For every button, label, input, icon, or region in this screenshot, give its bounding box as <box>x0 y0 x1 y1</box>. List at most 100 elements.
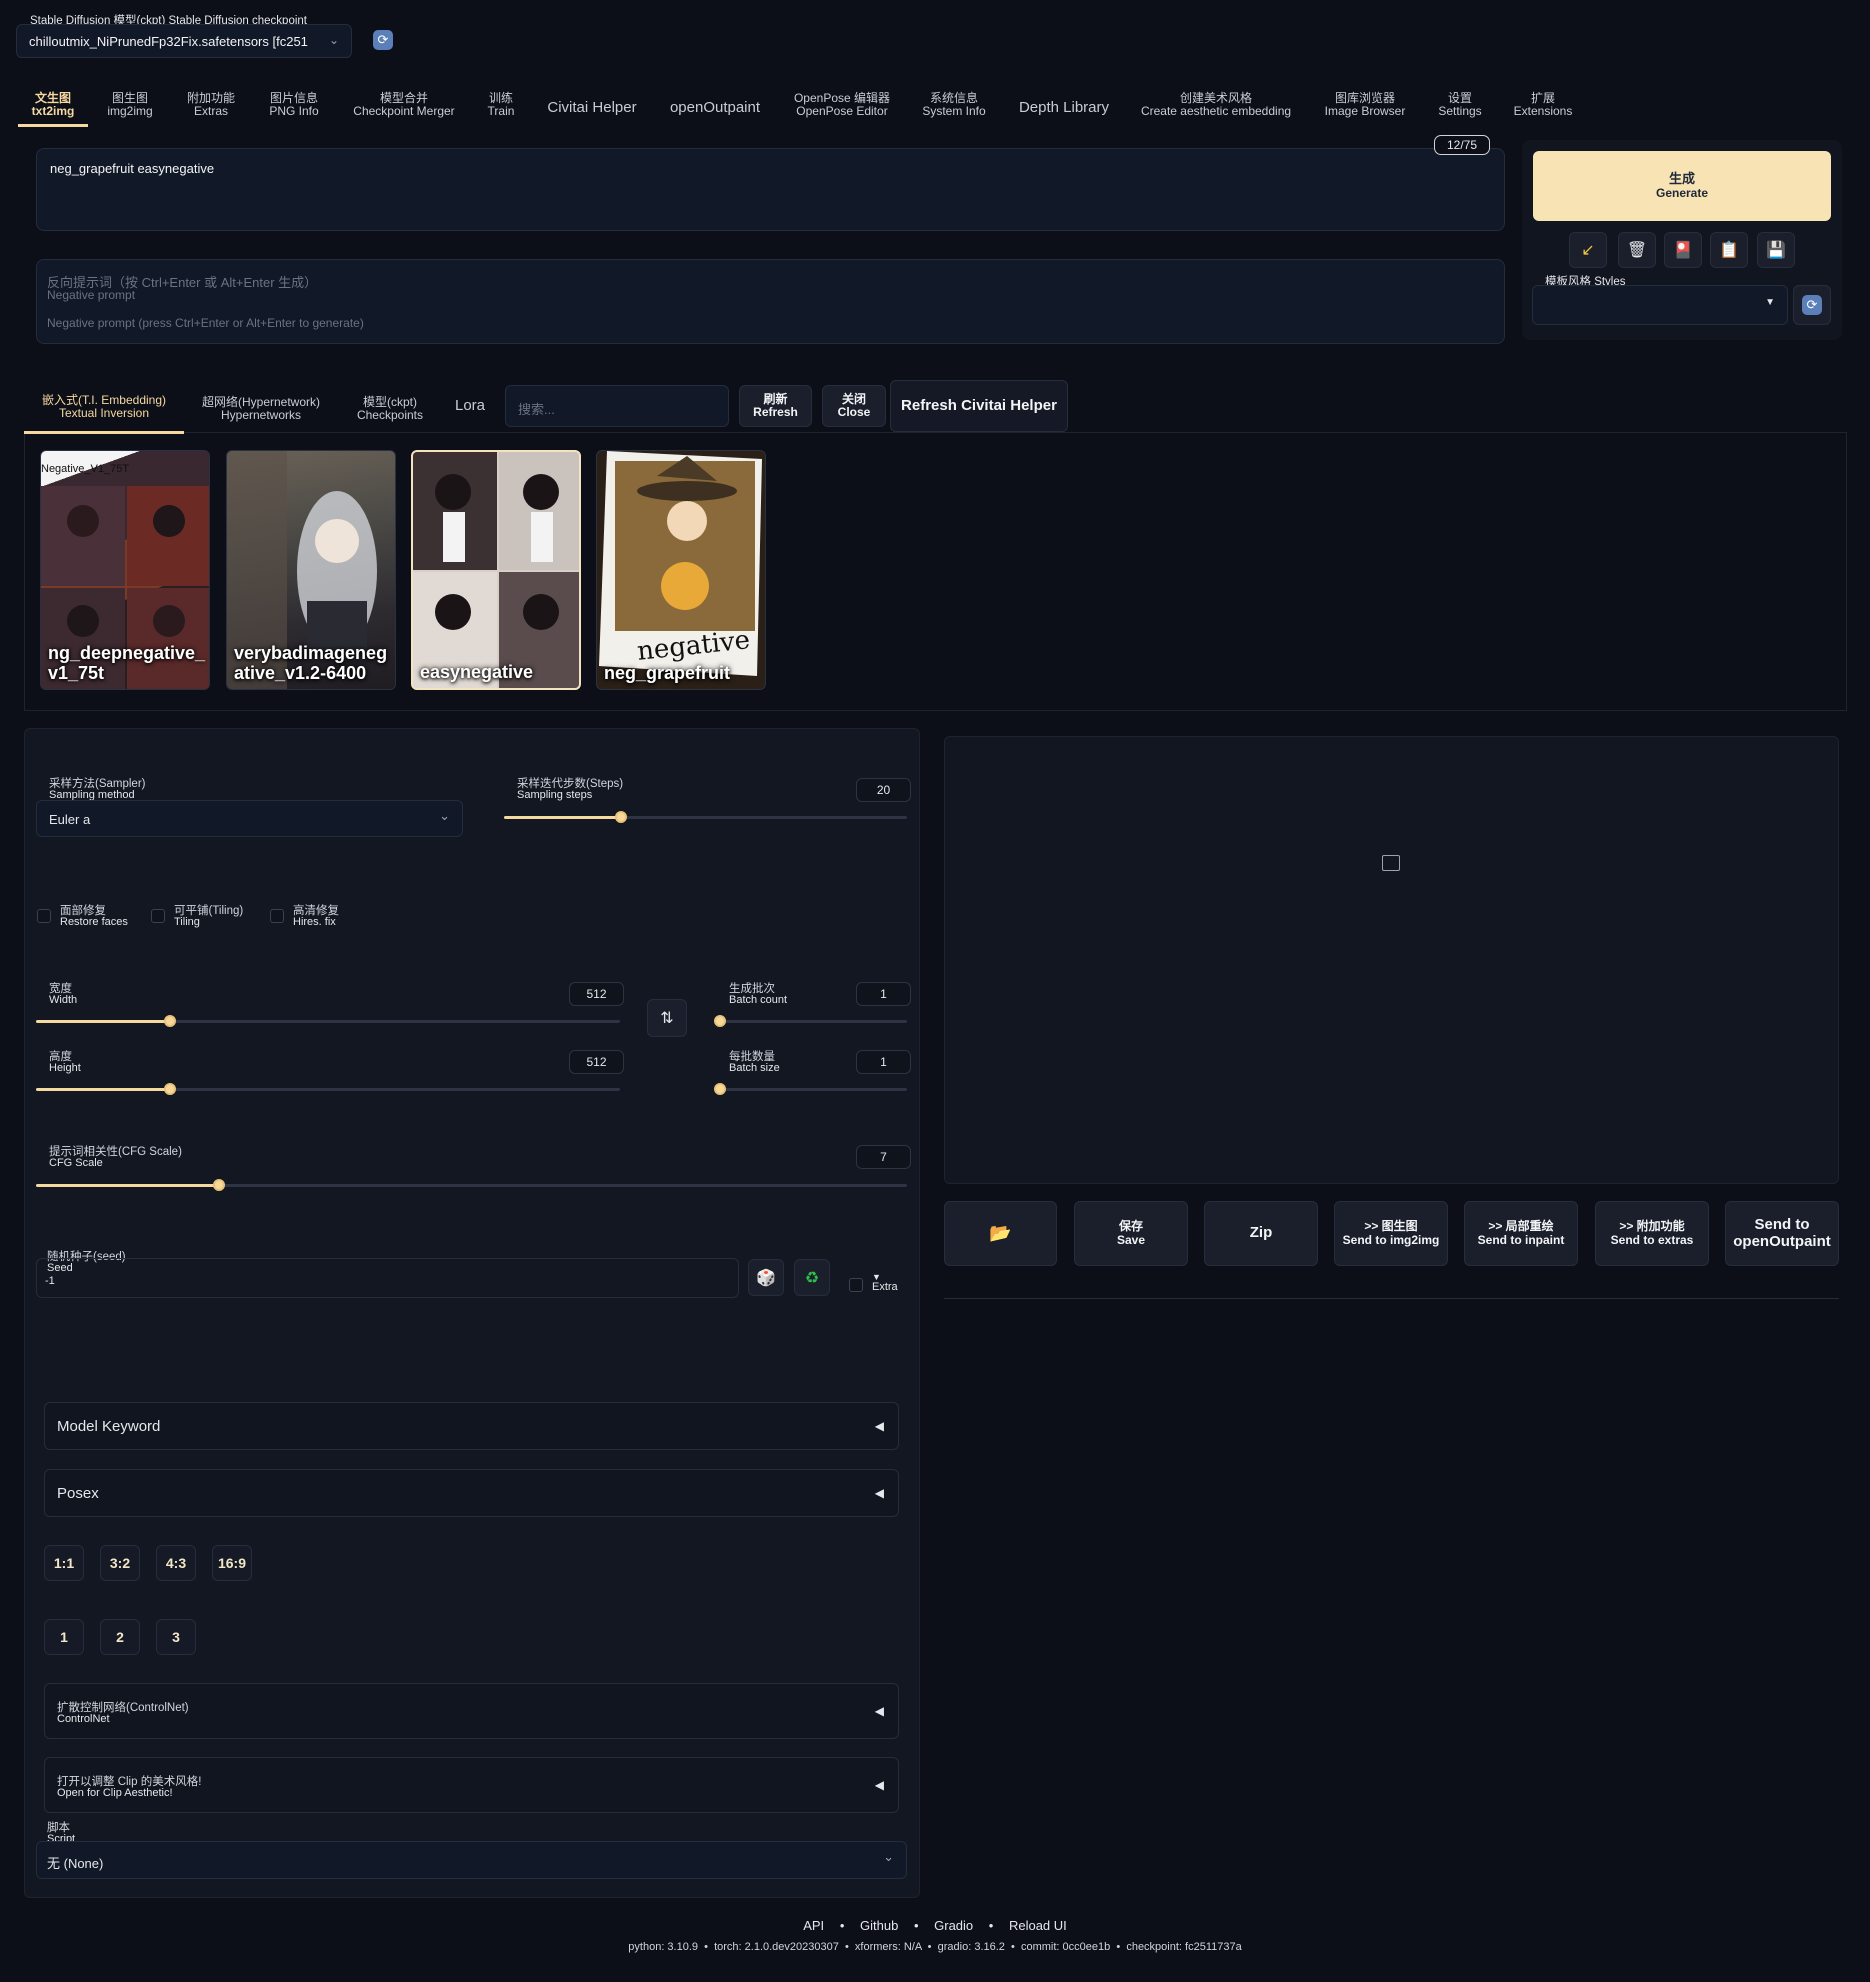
footer-link-reload-ui[interactable]: Reload UI <box>1009 1918 1067 1933</box>
zip-button[interactable]: Zip <box>1204 1201 1318 1266</box>
checkpoint-value: chilloutmix_NiPrunedFp32Fix.safetensors … <box>29 34 308 49</box>
tab-create-aesthetic-embedding[interactable]: 创建美术风格 Create aesthetic embedding <box>1136 92 1296 117</box>
script-value: 无 (None) <box>47 1856 104 1871</box>
ratio-button-4-3[interactable]: 4:3 <box>156 1545 196 1581</box>
tab-openpose-editor[interactable]: OpenPose 编辑器 OpenPose Editor <box>790 92 894 117</box>
restore-faces-checkbox[interactable] <box>37 909 51 923</box>
tab-image-browser[interactable]: 图库浏览器 Image Browser <box>1318 92 1412 117</box>
tab-system-info[interactable]: 系统信息 System Info <box>916 92 992 117</box>
styles-select[interactable]: ▼ <box>1532 285 1788 325</box>
height-input[interactable]: 512 <box>569 1050 624 1074</box>
random-seed-button[interactable]: 🎲 <box>748 1259 784 1296</box>
save-button[interactable]: 保存 Save <box>1074 1201 1188 1266</box>
batch-size-slider[interactable] <box>714 1083 907 1095</box>
tab-civitai-helper[interactable]: Civitai Helper <box>542 94 642 122</box>
tab-openoutpaint[interactable]: openOutpaint <box>662 94 768 122</box>
footer-link-api[interactable]: API <box>803 1918 824 1933</box>
trash-icon[interactable]: 🗑 <box>1618 232 1656 268</box>
caret-down-icon: ▼ <box>1765 297 1775 308</box>
refresh-extra-networks-button[interactable]: 刷新 Refresh <box>739 385 812 427</box>
hires-fix-checkbox[interactable] <box>270 909 284 923</box>
extra-networks-search-input[interactable]: 搜索... <box>505 385 729 427</box>
batch-count-knob[interactable] <box>714 1015 726 1027</box>
clip-aesthetic-accordion[interactable]: 打开以调整 Clip 的美术风格! Open for Clip Aesthetic… <box>44 1757 899 1813</box>
extra-networks-icon[interactable]: 🎴 <box>1664 232 1702 268</box>
steps-slider[interactable] <box>504 811 907 823</box>
multiplier-button-3[interactable]: 3 <box>156 1619 196 1655</box>
tab-img2img[interactable]: 图生图 img2img <box>100 92 160 117</box>
tab-lora[interactable]: Lora <box>455 397 485 414</box>
ratio-button-3-2[interactable]: 3:2 <box>100 1545 140 1581</box>
tab-txt2img[interactable]: 文生图 txt2img <box>26 92 80 117</box>
prompt-textarea[interactable]: neg_grapefruit easynegative <box>36 148 1505 231</box>
chevron-down-icon: ⌄ <box>883 1849 894 1864</box>
multiplier-button-2[interactable]: 2 <box>100 1619 140 1655</box>
cfg-knob[interactable] <box>212 1179 225 1191</box>
negative-prompt-textarea[interactable]: 反向提示词（按 Ctrl+Enter 或 Alt+Enter 生成） Negat… <box>36 259 1505 344</box>
steps-input[interactable]: 20 <box>856 778 911 802</box>
restore-faces-label: 面部修复 Restore faces <box>60 905 128 929</box>
tab-depth-library[interactable]: Depth Library <box>1012 94 1116 122</box>
tab-png-info[interactable]: 图片信息 PNG Info <box>262 92 326 117</box>
embedding-card[interactable]: verybadimageneg ative_v1.2-6400 <box>226 450 396 690</box>
footer-version-info: python: 3.10.9 • torch: 2.1.0.dev2023030… <box>628 1941 1242 1953</box>
refresh-civitai-helper-button[interactable]: Refresh Civitai Helper <box>890 380 1068 432</box>
save-style-icon[interactable]: 💾 <box>1757 232 1795 268</box>
batch-count-label: 生成批次 Batch count <box>729 983 788 1007</box>
embedding-card[interactable]: Negative_V1_75T ng_deepnegative_ v1_75t <box>40 450 210 690</box>
tab-extensions[interactable]: 扩展 Extensions <box>1508 92 1578 117</box>
open-folder-button[interactable]: 📂 <box>944 1201 1057 1266</box>
batch-size-input[interactable]: 1 <box>856 1050 911 1074</box>
tab-settings[interactable]: 设置 Settings <box>1432 92 1488 117</box>
tab-checkpoints[interactable]: 模型(ckpt) Checkpoints <box>352 396 428 421</box>
collapse-arrow-icon: ◀ <box>874 1778 884 1792</box>
negative-prompt-placeholder: Negative prompt (press Ctrl+Enter or Alt… <box>47 316 364 330</box>
tab-checkpoint-merger[interactable]: 模型合并 Checkpoint Merger <box>350 92 458 117</box>
tab-hypernetworks[interactable]: 超网络(Hypernetwork) Hypernetworks <box>196 396 326 421</box>
extra-label: ▼ Extra <box>872 1272 898 1294</box>
refresh-styles-button[interactable]: ⟳ <box>1793 285 1831 325</box>
swap-icon: ⇅ <box>660 1010 674 1027</box>
swap-dimensions-button[interactable]: ⇅ <box>647 999 687 1037</box>
close-extra-networks-button[interactable]: 关闭 Close <box>822 385 886 427</box>
tab-extras[interactable]: 附加功能 Extras <box>180 92 242 117</box>
embedding-card[interactable]: easynegative <box>411 450 581 690</box>
reuse-seed-button[interactable]: ♻ <box>794 1259 830 1296</box>
footer-link-gradio[interactable]: Gradio <box>934 1918 973 1933</box>
steps-knob[interactable] <box>614 811 627 823</box>
controlnet-accordion[interactable]: 扩散控制网络(ControlNet) ControlNet ◀ <box>44 1683 899 1739</box>
embedding-card[interactable]: negative neg_grapefruit <box>596 450 766 690</box>
seed-input[interactable]: -1 <box>36 1258 739 1298</box>
send-to-openoutpaint-button[interactable]: Send to openOutpaint <box>1725 1201 1839 1266</box>
send-to-inpaint-button[interactable]: >> 局部重绘 Send to inpaint <box>1464 1201 1578 1266</box>
clipboard-icon[interactable]: 📋 <box>1710 232 1748 268</box>
send-to-extras-button[interactable]: >> 附加功能 Send to extras <box>1595 1201 1709 1266</box>
cfg-slider[interactable] <box>36 1179 907 1191</box>
footer-link-github[interactable]: Github <box>860 1918 898 1933</box>
send-to-img2img-button[interactable]: >> 图生图 Send to img2img <box>1334 1201 1448 1266</box>
generate-button[interactable]: 生成 Generate <box>1533 151 1831 221</box>
ratio-button-16-9[interactable]: 16:9 <box>212 1545 252 1581</box>
tab-train[interactable]: 训练 Train <box>480 92 522 117</box>
width-slider[interactable] <box>36 1015 620 1027</box>
sampler-select[interactable]: Euler a ⌄ <box>36 800 463 837</box>
script-select[interactable]: 无 (None) ⌄ <box>36 1841 907 1879</box>
refresh-checkpoint-icon[interactable]: ⟳ <box>373 30 393 50</box>
checkpoint-select[interactable]: chilloutmix_NiPrunedFp32Fix.safetensors … <box>16 24 352 58</box>
paste-params-icon[interactable]: ↙ <box>1569 232 1607 268</box>
ratio-button-1-1[interactable]: 1:1 <box>44 1545 84 1581</box>
cfg-input[interactable]: 7 <box>856 1145 911 1169</box>
tiling-checkbox[interactable] <box>151 909 165 923</box>
hires-fix-label: 高清修复 Hires. fix <box>293 905 339 929</box>
batch-size-knob[interactable] <box>714 1083 726 1095</box>
batch-count-input[interactable]: 1 <box>856 982 911 1006</box>
posex-accordion[interactable]: Posex ◀ <box>44 1469 899 1517</box>
multiplier-button-1[interactable]: 1 <box>44 1619 84 1655</box>
tab-textual-inversion[interactable]: 嵌入式(T.I. Embedding) Textual Inversion <box>40 394 168 419</box>
width-input[interactable]: 512 <box>569 982 624 1006</box>
search-placeholder: 搜索... <box>518 402 555 417</box>
model-keyword-accordion[interactable]: Model Keyword ◀ <box>44 1402 899 1450</box>
batch-count-slider[interactable] <box>714 1015 907 1027</box>
height-slider[interactable] <box>36 1083 620 1095</box>
extra-seed-checkbox[interactable] <box>849 1278 863 1292</box>
